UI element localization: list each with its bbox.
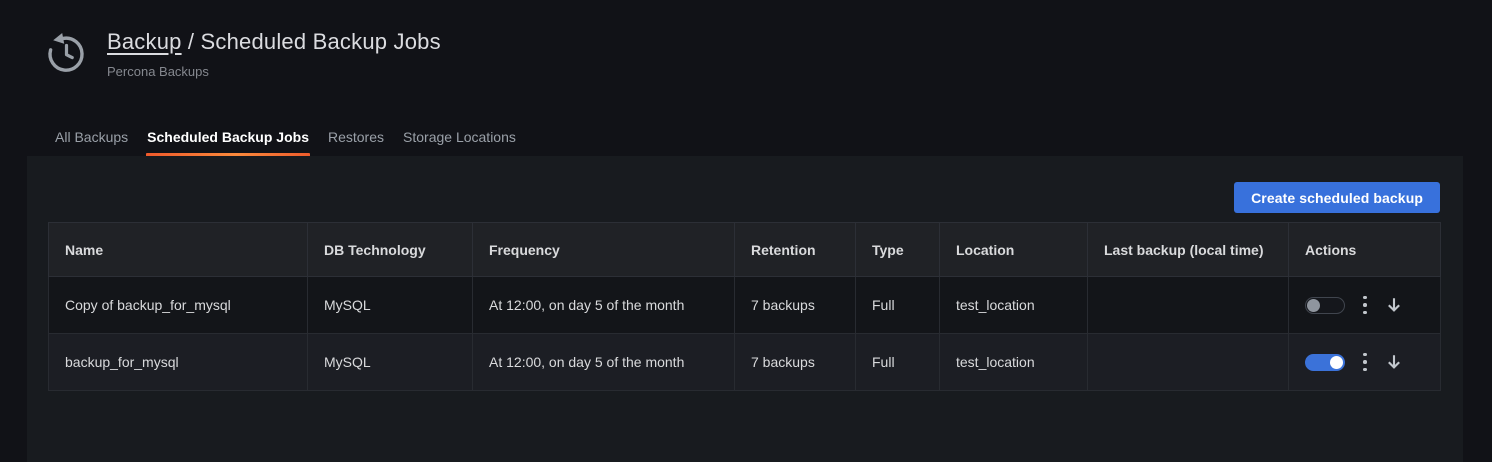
cell-location: test_location: [940, 277, 1088, 334]
content-panel: Create scheduled backup Name DB Technolo…: [27, 156, 1463, 462]
cell-location: test_location: [940, 334, 1088, 391]
cell-db-technology: MySQL: [308, 277, 473, 334]
page-header: Backup / Scheduled Backup Jobs Percona B…: [40, 25, 441, 79]
scheduled-backups-table: Name DB Technology Frequency Retention T…: [48, 222, 1441, 391]
arrow-down-icon[interactable]: [1385, 296, 1403, 314]
column-header-type: Type: [856, 223, 940, 277]
column-header-retention: Retention: [735, 223, 856, 277]
kebab-menu-icon[interactable]: [1359, 293, 1371, 318]
tab-bar: All Backups Scheduled Backup Jobs Restor…: [47, 120, 527, 157]
column-header-frequency: Frequency: [473, 223, 735, 277]
column-header-name: Name: [49, 223, 308, 277]
cell-retention: 7 backups: [735, 334, 856, 391]
cell-type: Full: [856, 334, 940, 391]
cell-last-backup: [1088, 334, 1289, 391]
history-icon: [40, 25, 92, 79]
tab-storage-locations[interactable]: Storage Locations: [395, 120, 524, 157]
cell-actions: [1289, 277, 1441, 334]
cell-actions: [1289, 334, 1441, 391]
column-header-db-technology: DB Technology: [308, 223, 473, 277]
cell-frequency: At 12:00, on day 5 of the month: [473, 334, 735, 391]
kebab-menu-icon[interactable]: [1359, 350, 1371, 375]
table-header-row: Name DB Technology Frequency Retention T…: [49, 223, 1441, 277]
enable-toggle[interactable]: [1305, 354, 1345, 371]
toggle-knob: [1330, 356, 1343, 369]
table-row: Copy of backup_for_mysql MySQL At 12:00,…: [49, 277, 1441, 334]
tab-restores[interactable]: Restores: [320, 120, 392, 157]
cell-name: Copy of backup_for_mysql: [49, 277, 308, 334]
cell-last-backup: [1088, 277, 1289, 334]
breadcrumb-link-backup[interactable]: Backup: [107, 29, 182, 54]
toggle-knob: [1307, 299, 1320, 312]
column-header-last-backup: Last backup (local time): [1088, 223, 1289, 277]
cell-name: backup_for_mysql: [49, 334, 308, 391]
arrow-down-icon[interactable]: [1385, 353, 1403, 371]
create-scheduled-backup-button[interactable]: Create scheduled backup: [1234, 182, 1440, 213]
page-title: Backup / Scheduled Backup Jobs: [107, 29, 441, 55]
cell-retention: 7 backups: [735, 277, 856, 334]
breadcrumb-current: Scheduled Backup Jobs: [201, 29, 441, 54]
cell-frequency: At 12:00, on day 5 of the month: [473, 277, 735, 334]
tab-scheduled-backup-jobs[interactable]: Scheduled Backup Jobs: [139, 120, 317, 157]
tab-all-backups[interactable]: All Backups: [47, 120, 136, 157]
cell-type: Full: [856, 277, 940, 334]
enable-toggle[interactable]: [1305, 297, 1345, 314]
page-subtitle: Percona Backups: [107, 64, 441, 79]
column-header-actions: Actions: [1289, 223, 1441, 277]
page-header-text: Backup / Scheduled Backup Jobs Percona B…: [107, 25, 441, 79]
scheduled-backup-jobs-page: { "header": { "breadcrumb_link": "Backup…: [0, 0, 1492, 462]
cell-db-technology: MySQL: [308, 334, 473, 391]
table-row: backup_for_mysql MySQL At 12:00, on day …: [49, 334, 1441, 391]
column-header-location: Location: [940, 223, 1088, 277]
breadcrumb-separator: /: [188, 29, 194, 54]
